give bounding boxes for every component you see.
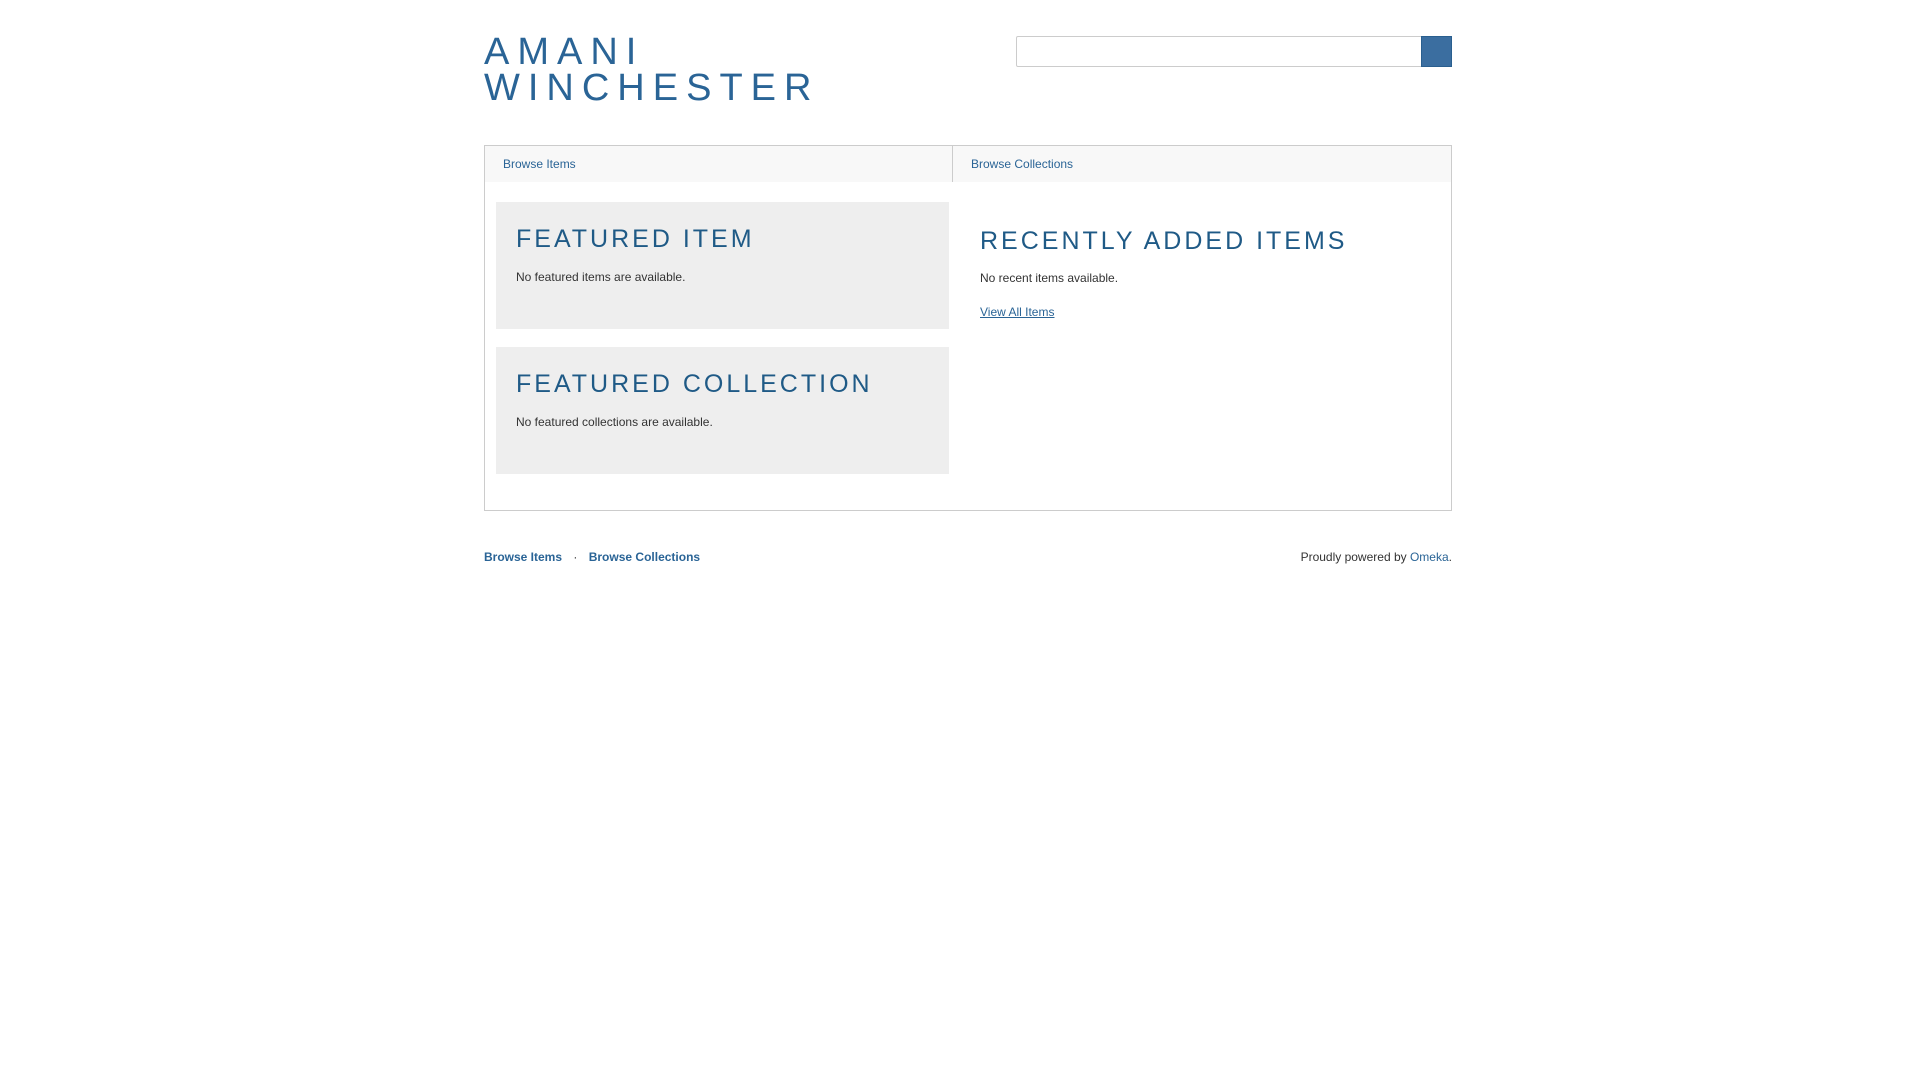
view-all-items-link[interactable]: View All Items (980, 305, 1054, 319)
footer-browse-collections-link[interactable]: Browse Collections (589, 550, 700, 564)
search-input[interactable] (1016, 36, 1422, 67)
footer-browse-items-link[interactable]: Browse Items (484, 550, 562, 564)
featured-collection-heading: FEATURED COLLECTION (516, 370, 873, 398)
site-title-line2: WINCHESTER (484, 67, 820, 109)
footer: Browse Items · Browse Collections Proudl… (484, 549, 1452, 565)
featured-collection-panel: FEATURED COLLECTION No featured collecti… (496, 347, 949, 474)
featured-item-panel: FEATURED ITEM No featured items are avai… (496, 202, 949, 329)
recent-items-heading: RECENTLY ADDED ITEMS (980, 227, 1348, 255)
search-submit-button[interactable] (1421, 36, 1452, 67)
site-title[interactable]: AMANI WINCHESTER (484, 33, 884, 109)
nav-browse-items[interactable]: Browse Items (485, 146, 953, 182)
primary-nav: Browse Items Browse Collections (484, 145, 1452, 183)
recent-items-section: RECENTLY ADDED ITEMS No recent items ava… (980, 226, 1420, 321)
featured-item-heading: FEATURED ITEM (516, 225, 755, 253)
recent-items-empty-text: No recent items available. (980, 271, 1119, 285)
nav-browse-collections[interactable]: Browse Collections (953, 146, 1451, 182)
omeka-link[interactable]: Omeka (1410, 550, 1449, 564)
featured-collection-empty-text: No featured collections are available. (516, 415, 713, 429)
powered-by-suffix: . (1448, 550, 1452, 564)
footer-nav: Browse Items · Browse Collections (484, 549, 700, 565)
featured-item-empty-text: No featured items are available. (516, 270, 686, 284)
search-form (1016, 36, 1452, 67)
powered-by-prefix: Proudly powered by (1300, 550, 1410, 564)
main-content: FEATURED ITEM No featured items are avai… (484, 182, 1452, 511)
powered-by-text: Proudly powered by Omeka. (1301, 549, 1452, 565)
footer-separator: · (573, 550, 578, 564)
